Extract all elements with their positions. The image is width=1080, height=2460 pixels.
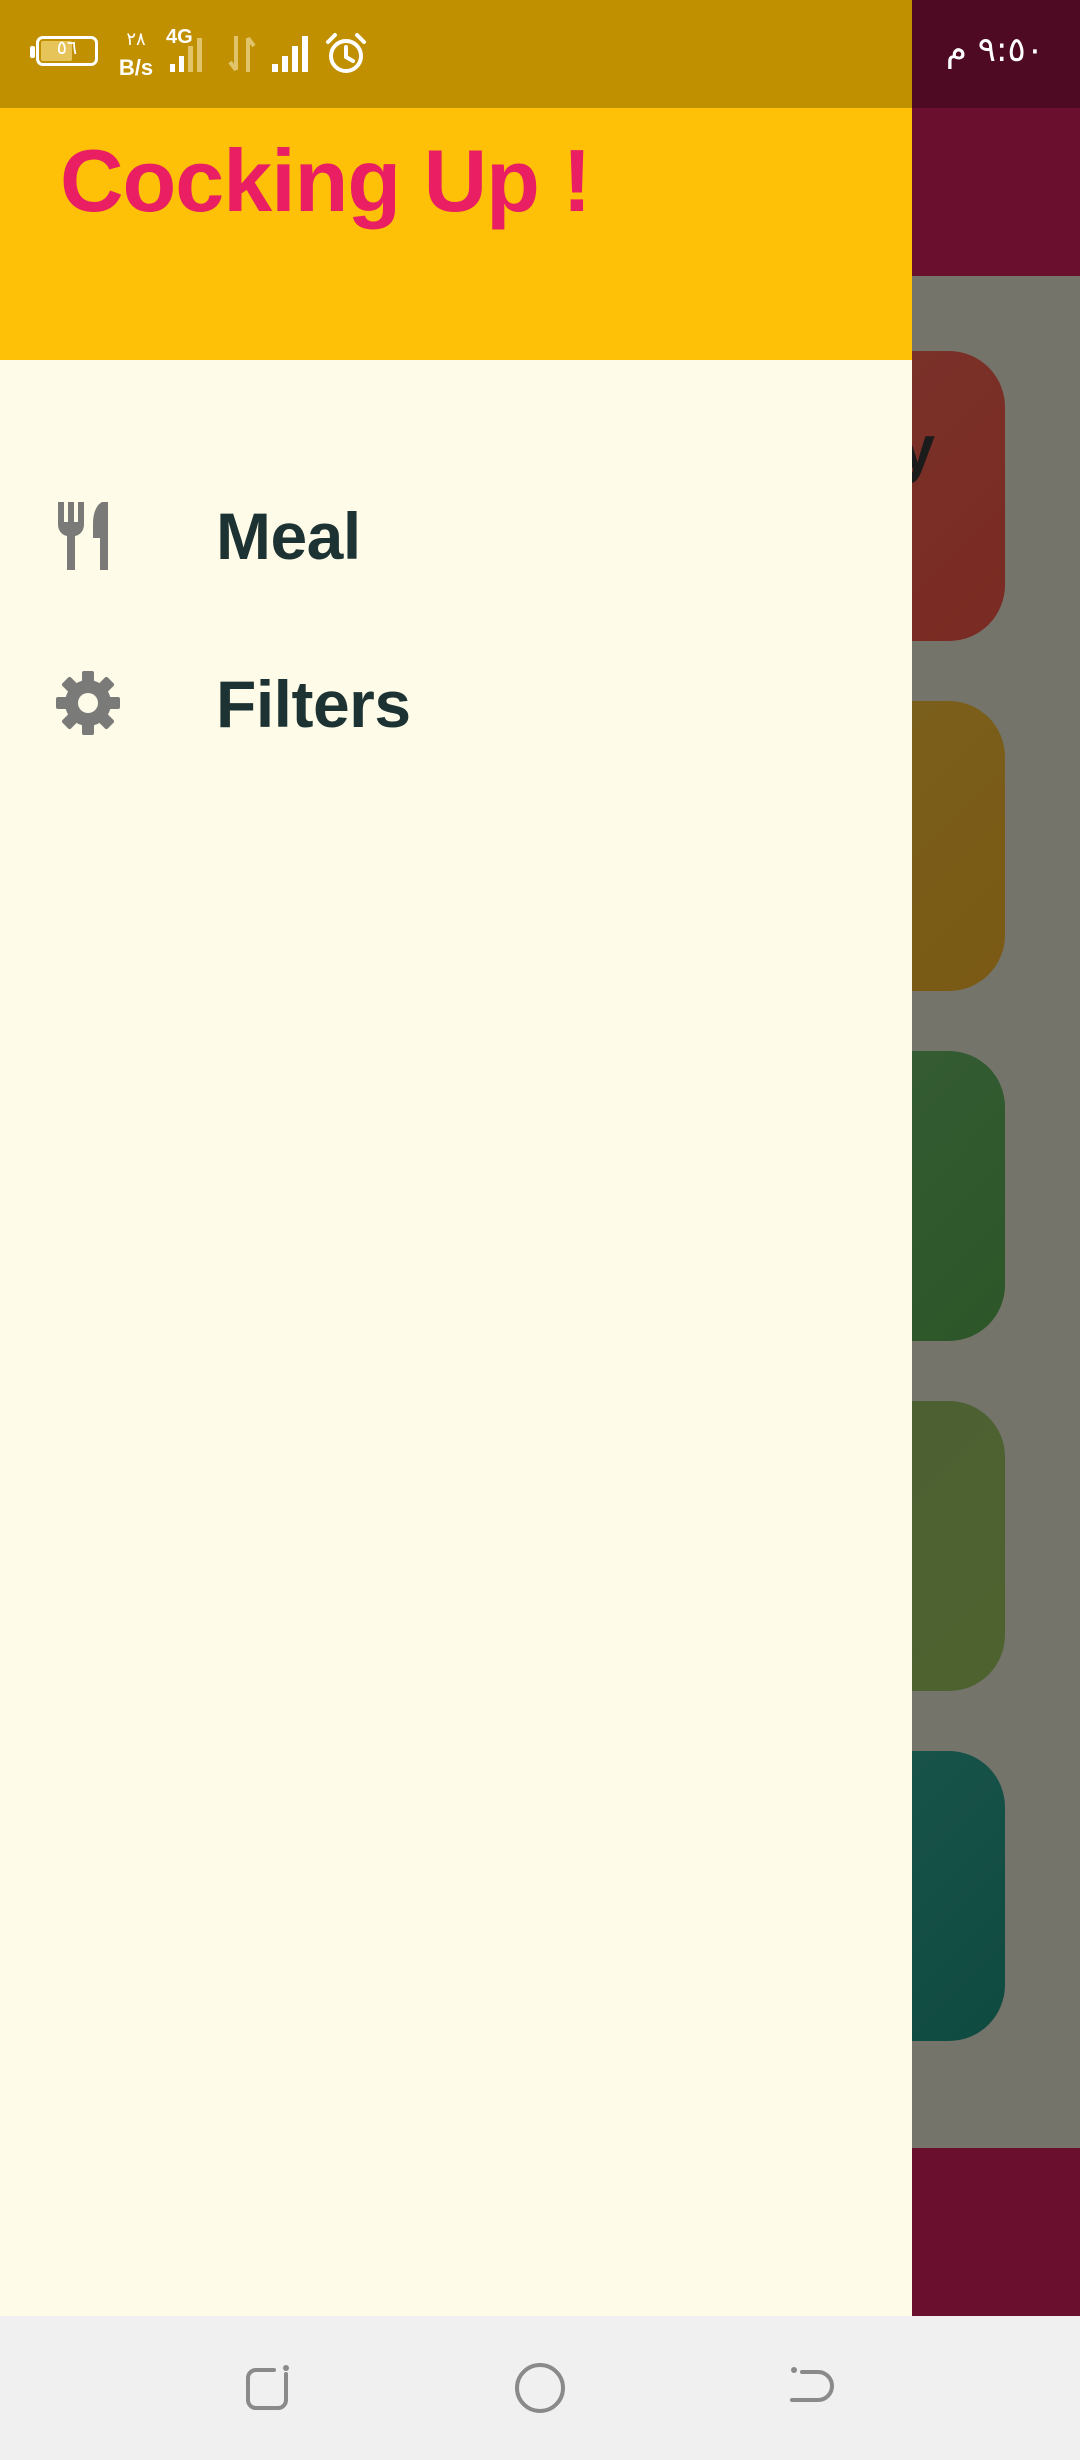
home-icon[interactable] xyxy=(512,2360,568,2416)
signal-4g-icon: 4G xyxy=(166,26,218,76)
battery-icon: ٥٦ xyxy=(30,36,98,66)
clock: ٩:٥٠ م xyxy=(945,30,1044,70)
drawer-item-filters[interactable]: Filters xyxy=(0,628,912,778)
network-speed: ٢٨ B/s xyxy=(112,26,160,82)
drawer-header: Cocking Up ! xyxy=(0,108,912,360)
recents-icon[interactable] xyxy=(242,2360,298,2416)
drawer-title: Cocking Up ! xyxy=(60,131,592,230)
gear-icon xyxy=(56,671,120,735)
network-speed-unit: B/s xyxy=(118,55,154,80)
navigation-drawer: Cocking Up ! Meal Filters xyxy=(0,108,912,2316)
status-bar-right: ٩:٥٠ م xyxy=(912,0,1080,108)
restaurant-icon xyxy=(58,502,108,570)
battery-level: ٥٦ xyxy=(56,37,78,59)
system-nav-bar xyxy=(0,2316,1080,2460)
back-icon[interactable] xyxy=(782,2360,838,2416)
drawer-item-label: Meal xyxy=(216,499,361,573)
data-transfer-icon xyxy=(228,36,256,72)
network-speed-value: ٢٨ xyxy=(126,29,146,50)
alarm-icon xyxy=(326,33,366,73)
drawer-item-label: Filters xyxy=(216,667,411,741)
status-bar: ٥٦ ٢٨ B/s 4G xyxy=(0,0,912,108)
drawer-item-meal[interactable]: Meal xyxy=(0,460,912,610)
signal-strength-icon xyxy=(272,36,308,72)
